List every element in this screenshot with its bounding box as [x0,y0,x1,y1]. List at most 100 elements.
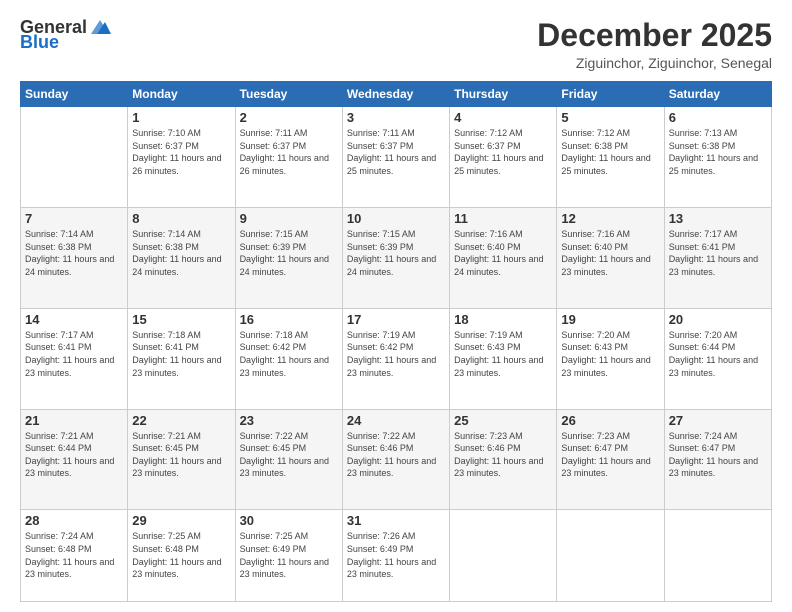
day-info: Sunrise: 7:15 AMSunset: 6:39 PMDaylight:… [240,228,338,278]
day-number: 3 [347,110,445,125]
calendar-cell: 8 Sunrise: 7:14 AMSunset: 6:38 PMDaylight… [128,207,235,308]
day-number: 16 [240,312,338,327]
calendar-cell: 11Sunrise: 7:16 AMSunset: 6:40 PMDayligh… [450,207,557,308]
calendar-cell: 30 Sunrise: 7:25 AMSunset: 6:49 PMDayligh… [235,510,342,602]
day-number: 8 [132,211,230,226]
day-info: Sunrise: 7:21 AMSunset: 6:44 PMDaylight:… [25,430,123,480]
day-number: 25 [454,413,552,428]
day-info: Sunrise: 7:14 AMSunset: 6:38 PMDaylight:… [132,228,230,278]
calendar-header-row: SundayMondayTuesdayWednesdayThursdayFrid… [21,82,772,107]
day-info: Sunrise: 7:12 AMSunset: 6:38 PMDaylight:… [561,127,659,177]
calendar-cell: 22 Sunrise: 7:21 AMSunset: 6:45 PMDayligh… [128,409,235,510]
calendar-cell: 7Sunrise: 7:14 AMSunset: 6:38 PMDaylight… [21,207,128,308]
calendar-cell: 16 Sunrise: 7:18 AMSunset: 6:42 PMDayligh… [235,308,342,409]
calendar-week-row: 21 Sunrise: 7:21 AMSunset: 6:44 PMDayligh… [21,409,772,510]
day-header-tuesday: Tuesday [235,82,342,107]
calendar-cell: 29 Sunrise: 7:25 AMSunset: 6:48 PMDayligh… [128,510,235,602]
calendar-cell: 14Sunrise: 7:17 AMSunset: 6:41 PMDayligh… [21,308,128,409]
calendar-week-row: 14Sunrise: 7:17 AMSunset: 6:41 PMDayligh… [21,308,772,409]
day-info: Sunrise: 7:24 AMSunset: 6:48 PMDaylight:… [25,530,123,580]
calendar-cell: 20 Sunrise: 7:20 AMSunset: 6:44 PMDayligh… [664,308,771,409]
day-info: Sunrise: 7:15 AMSunset: 6:39 PMDaylight:… [347,228,445,278]
day-info: Sunrise: 7:24 AMSunset: 6:47 PMDaylight:… [669,430,767,480]
calendar-cell: 17Sunrise: 7:19 AMSunset: 6:42 PMDayligh… [342,308,449,409]
day-header-monday: Monday [128,82,235,107]
calendar-cell [664,510,771,602]
calendar-cell: 23 Sunrise: 7:22 AMSunset: 6:45 PMDayligh… [235,409,342,510]
calendar-cell [557,510,664,602]
header: General Blue December 2025 Ziguinchor, Z… [20,18,772,71]
logo-blue-text: Blue [20,32,59,53]
title-section: December 2025 Ziguinchor, Ziguinchor, Se… [537,18,772,71]
day-number: 23 [240,413,338,428]
location: Ziguinchor, Ziguinchor, Senegal [537,55,772,71]
calendar-cell: 1 Sunrise: 7:10 AMSunset: 6:37 PMDaylight… [128,107,235,208]
day-info: Sunrise: 7:12 AMSunset: 6:37 PMDaylight:… [454,127,552,177]
day-number: 13 [669,211,767,226]
day-number: 24 [347,413,445,428]
calendar-cell: 5 Sunrise: 7:12 AMSunset: 6:38 PMDaylight… [557,107,664,208]
calendar-cell: 9Sunrise: 7:15 AMSunset: 6:39 PMDaylight… [235,207,342,308]
month-title: December 2025 [537,18,772,53]
day-info: Sunrise: 7:17 AMSunset: 6:41 PMDaylight:… [25,329,123,379]
calendar-cell: 10 Sunrise: 7:15 AMSunset: 6:39 PMDayligh… [342,207,449,308]
calendar-week-row: 7Sunrise: 7:14 AMSunset: 6:38 PMDaylight… [21,207,772,308]
day-number: 6 [669,110,767,125]
day-number: 10 [347,211,445,226]
calendar-cell: 13 Sunrise: 7:17 AMSunset: 6:41 PMDayligh… [664,207,771,308]
calendar-cell: 4 Sunrise: 7:12 AMSunset: 6:37 PMDaylight… [450,107,557,208]
day-info: Sunrise: 7:18 AMSunset: 6:42 PMDaylight:… [240,329,338,379]
day-info: Sunrise: 7:22 AMSunset: 6:45 PMDaylight:… [240,430,338,480]
calendar-cell: 26 Sunrise: 7:23 AMSunset: 6:47 PMDayligh… [557,409,664,510]
day-number: 15 [132,312,230,327]
day-number: 28 [25,513,123,528]
day-info: Sunrise: 7:23 AMSunset: 6:46 PMDaylight:… [454,430,552,480]
calendar-cell: 2Sunrise: 7:11 AMSunset: 6:37 PMDaylight… [235,107,342,208]
day-header-saturday: Saturday [664,82,771,107]
day-info: Sunrise: 7:20 AMSunset: 6:43 PMDaylight:… [561,329,659,379]
day-info: Sunrise: 7:22 AMSunset: 6:46 PMDaylight:… [347,430,445,480]
day-number: 22 [132,413,230,428]
day-number: 27 [669,413,767,428]
day-info: Sunrise: 7:11 AMSunset: 6:37 PMDaylight:… [347,127,445,177]
day-number: 19 [561,312,659,327]
day-info: Sunrise: 7:13 AMSunset: 6:38 PMDaylight:… [669,127,767,177]
day-info: Sunrise: 7:23 AMSunset: 6:47 PMDaylight:… [561,430,659,480]
day-number: 5 [561,110,659,125]
day-info: Sunrise: 7:19 AMSunset: 6:42 PMDaylight:… [347,329,445,379]
day-number: 20 [669,312,767,327]
day-number: 30 [240,513,338,528]
calendar-cell: 25 Sunrise: 7:23 AMSunset: 6:46 PMDayligh… [450,409,557,510]
calendar-week-row: 28 Sunrise: 7:24 AMSunset: 6:48 PMDayligh… [21,510,772,602]
logo-icon [89,18,111,36]
day-header-thursday: Thursday [450,82,557,107]
day-info: Sunrise: 7:14 AMSunset: 6:38 PMDaylight:… [25,228,123,278]
day-number: 18 [454,312,552,327]
day-header-wednesday: Wednesday [342,82,449,107]
day-number: 4 [454,110,552,125]
day-info: Sunrise: 7:25 AMSunset: 6:49 PMDaylight:… [240,530,338,580]
day-info: Sunrise: 7:25 AMSunset: 6:48 PMDaylight:… [132,530,230,580]
calendar-cell: 21 Sunrise: 7:21 AMSunset: 6:44 PMDayligh… [21,409,128,510]
day-number: 1 [132,110,230,125]
day-info: Sunrise: 7:20 AMSunset: 6:44 PMDaylight:… [669,329,767,379]
calendar-cell: 31Sunrise: 7:26 AMSunset: 6:49 PMDayligh… [342,510,449,602]
day-info: Sunrise: 7:17 AMSunset: 6:41 PMDaylight:… [669,228,767,278]
day-number: 21 [25,413,123,428]
day-number: 26 [561,413,659,428]
calendar-table: SundayMondayTuesdayWednesdayThursdayFrid… [20,81,772,602]
calendar-cell: 6 Sunrise: 7:13 AMSunset: 6:38 PMDaylight… [664,107,771,208]
day-info: Sunrise: 7:10 AMSunset: 6:37 PMDaylight:… [132,127,230,177]
calendar-cell: 27 Sunrise: 7:24 AMSunset: 6:47 PMDayligh… [664,409,771,510]
calendar-cell: 15 Sunrise: 7:18 AMSunset: 6:41 PMDayligh… [128,308,235,409]
calendar-cell: 24 Sunrise: 7:22 AMSunset: 6:46 PMDayligh… [342,409,449,510]
day-number: 31 [347,513,445,528]
calendar-cell [21,107,128,208]
calendar-cell: 19 Sunrise: 7:20 AMSunset: 6:43 PMDayligh… [557,308,664,409]
day-info: Sunrise: 7:21 AMSunset: 6:45 PMDaylight:… [132,430,230,480]
calendar-cell: 18Sunrise: 7:19 AMSunset: 6:43 PMDayligh… [450,308,557,409]
day-number: 29 [132,513,230,528]
day-number: 11 [454,211,552,226]
page: General Blue December 2025 Ziguinchor, Z… [0,0,792,612]
day-info: Sunrise: 7:18 AMSunset: 6:41 PMDaylight:… [132,329,230,379]
